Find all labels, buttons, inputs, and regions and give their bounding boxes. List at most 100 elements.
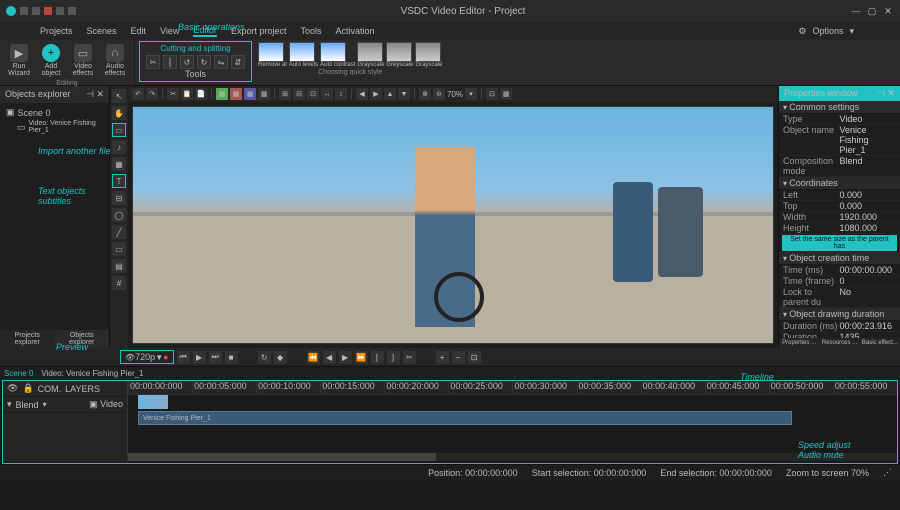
marker-icon[interactable]: ◆ xyxy=(274,351,287,364)
tbtn[interactable]: ◀ xyxy=(356,88,368,100)
menu-scenes[interactable]: Scenes xyxy=(87,26,117,36)
fit-icon[interactable]: ⊡ xyxy=(468,351,481,364)
shape-icon[interactable]: ◯ xyxy=(112,208,126,222)
tbtn[interactable]: ↕ xyxy=(335,88,347,100)
cut-icon[interactable]: ✂ xyxy=(146,55,160,69)
layers-button[interactable]: LAYERS xyxy=(65,384,100,394)
flip-v-icon[interactable]: ⇵ xyxy=(231,55,245,69)
pointer-icon[interactable]: ↖ xyxy=(112,89,126,103)
out-icon[interactable]: ] xyxy=(387,351,400,364)
style-thumb[interactable]: Remove al xyxy=(258,42,287,68)
lock-icon[interactable]: 🔒 xyxy=(22,383,33,394)
com-button[interactable]: COM. xyxy=(38,384,62,394)
tab-resources[interactable]: Resources ... xyxy=(819,338,859,348)
clip-thumbnail[interactable] xyxy=(138,395,168,409)
tbtn[interactable]: ⊟ xyxy=(293,88,305,100)
text-icon[interactable]: T xyxy=(112,174,126,188)
menu-projects[interactable]: Projects xyxy=(40,26,73,36)
time-ruler[interactable]: 00:00:00:00000:00:05:00000:00:10:000 00:… xyxy=(128,381,897,395)
menu-tools[interactable]: Tools xyxy=(300,26,321,36)
goto-start-icon[interactable]: ⏪ xyxy=(307,351,320,364)
menu-editor[interactable]: Editor xyxy=(193,25,217,37)
tbtn[interactable]: 📄 xyxy=(195,88,207,100)
stop-icon[interactable]: ■ xyxy=(225,351,238,364)
zoom-in-icon[interactable]: + xyxy=(436,351,449,364)
pin-icon[interactable]: ⊣ ✕ xyxy=(877,88,895,99)
tree-scene[interactable]: ▣ Scene 0 xyxy=(3,106,106,119)
rect-icon[interactable]: ▭ xyxy=(112,242,126,256)
tbtn[interactable]: ⊡ xyxy=(486,88,498,100)
tl-scene[interactable]: Scene 0 xyxy=(4,369,33,378)
style-thumb[interactable]: Auto levels xyxy=(289,42,318,68)
tbtn[interactable]: ▦ xyxy=(230,88,242,100)
counter-icon[interactable]: # xyxy=(112,276,126,290)
section-creation[interactable]: ▾ Object creation time xyxy=(779,252,900,265)
step-back-icon[interactable]: ◀ xyxy=(323,351,336,364)
options-menu[interactable]: ⚙ Options ▾ xyxy=(798,26,860,37)
loop-icon[interactable]: ↻ xyxy=(258,351,271,364)
tl-clip[interactable]: Video: Venice Fishing Pier_1 xyxy=(41,369,143,378)
tbtn[interactable]: 📋 xyxy=(181,88,193,100)
maximize-icon[interactable]: ▢ xyxy=(866,5,878,17)
tbtn[interactable]: ⊞ xyxy=(279,88,291,100)
play-icon[interactable]: ▶ xyxy=(193,351,206,364)
tbtn[interactable]: ▼ xyxy=(398,88,410,100)
line-icon[interactable]: ╱ xyxy=(112,225,126,239)
audio-effects-button[interactable]: ∩Audio effects xyxy=(100,42,130,79)
tbtn[interactable]: ▶ xyxy=(370,88,382,100)
cut-icon[interactable]: ✂ xyxy=(403,351,416,364)
tab-properties[interactable]: Properties ... xyxy=(779,338,819,348)
chart-icon[interactable]: ▤ xyxy=(112,259,126,273)
next-frame-icon[interactable]: ⏭ xyxy=(209,351,222,364)
toolbar-dot[interactable] xyxy=(20,7,28,15)
video-clip[interactable]: Venice Fishing Pier_1 xyxy=(138,411,792,425)
style-thumb[interactable]: Grayscale xyxy=(415,42,442,68)
video-effects-button[interactable]: ▭Video effects xyxy=(68,42,98,79)
prev-frame-icon[interactable]: ⏮ xyxy=(177,351,190,364)
audio-icon[interactable]: ♪ xyxy=(112,140,126,154)
hand-icon[interactable]: ✋ xyxy=(112,106,126,120)
style-thumb[interactable]: Greyscale xyxy=(386,42,413,68)
split-icon[interactable]: ⎮ xyxy=(163,55,177,69)
image-icon[interactable]: ▦ xyxy=(112,157,126,171)
tbtn[interactable]: ⊡ xyxy=(307,88,319,100)
tbtn[interactable]: ⊕ xyxy=(419,88,431,100)
style-thumb[interactable]: Grayscale xyxy=(357,42,384,68)
resize-grip-icon[interactable]: ⋰ xyxy=(883,467,892,478)
zoom-readout[interactable]: 70% xyxy=(447,90,463,99)
set-size-button[interactable]: Set the same size as the parent has xyxy=(782,235,897,251)
toolbar-dot[interactable] xyxy=(56,7,64,15)
toolbar-dot[interactable] xyxy=(44,7,52,15)
toolbar-dot[interactable] xyxy=(68,7,76,15)
track-row[interactable] xyxy=(3,413,127,463)
preview-canvas[interactable] xyxy=(132,106,774,344)
pin-icon[interactable]: ⊣ ✕ xyxy=(86,89,104,100)
tbtn[interactable]: ▦ xyxy=(500,88,512,100)
tbtn[interactable]: ▾ xyxy=(465,88,477,100)
toolbar-dot[interactable] xyxy=(32,7,40,15)
section-common[interactable]: ▾ Common settings xyxy=(779,101,900,114)
rotate-right-icon[interactable]: ↻ xyxy=(197,55,211,69)
minimize-icon[interactable]: — xyxy=(850,5,862,17)
rotate-left-icon[interactable]: ↺ xyxy=(180,55,194,69)
tab-effects[interactable]: Basic effect... xyxy=(860,338,900,348)
tbtn[interactable]: ↷ xyxy=(146,88,158,100)
close-icon[interactable]: ✕ xyxy=(882,5,894,17)
flip-h-icon[interactable]: ⇋ xyxy=(214,55,228,69)
subtitle-icon[interactable]: ⊟ xyxy=(112,191,126,205)
section-coords[interactable]: ▾ Coordinates xyxy=(779,177,900,190)
add-object-button[interactable]: +Add object xyxy=(36,42,66,79)
style-thumb[interactable]: Auto contrast xyxy=(320,42,355,68)
menu-edit[interactable]: Edit xyxy=(131,26,147,36)
zoom-out-icon[interactable]: − xyxy=(452,351,465,364)
menu-activation[interactable]: Activation xyxy=(335,26,374,36)
timeline-blend[interactable]: ▾ Blend ▾ ▣ Video xyxy=(3,397,127,413)
h-scrollbar[interactable] xyxy=(128,453,897,461)
tbtn[interactable]: ⊖ xyxy=(433,88,445,100)
eye-icon[interactable]: 👁 xyxy=(7,383,18,394)
tbtn[interactable]: ▦ xyxy=(258,88,270,100)
import-icon[interactable]: ▭ xyxy=(112,123,126,137)
in-icon[interactable]: [ xyxy=(371,351,384,364)
tbtn[interactable]: ▲ xyxy=(384,88,396,100)
tbtn[interactable]: ✂ xyxy=(167,88,179,100)
